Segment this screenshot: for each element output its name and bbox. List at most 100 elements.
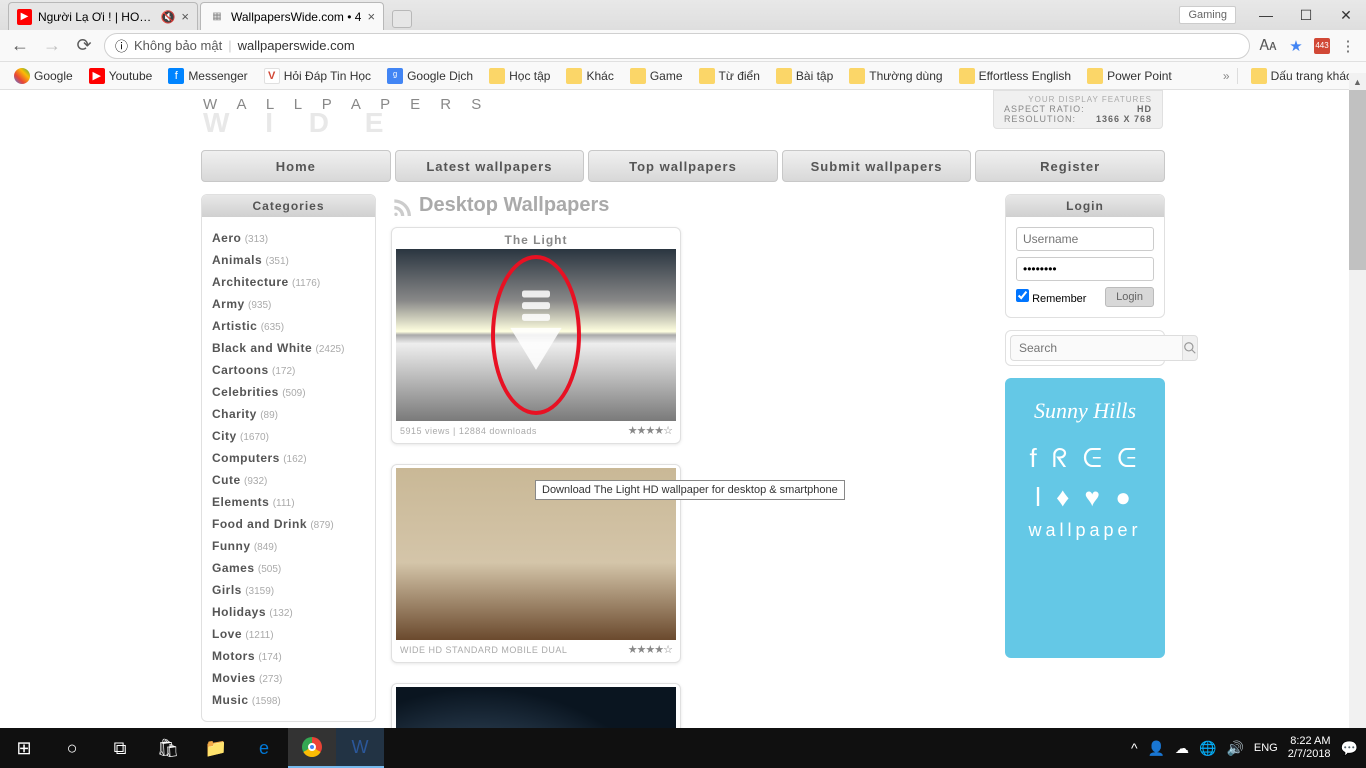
bookmark-thuongdung[interactable]: Thường dùng: [843, 66, 948, 86]
reload-button[interactable]: ⟳: [72, 34, 96, 58]
category-list: Aero (313)Animals (351)Architecture (117…: [212, 227, 365, 711]
category-item[interactable]: Computers (162): [212, 447, 365, 469]
category-item[interactable]: Black and White (2425): [212, 337, 365, 359]
network-icon[interactable]: 🌐: [1199, 740, 1216, 757]
close-tab-icon[interactable]: ×: [181, 9, 189, 24]
category-item[interactable]: Army (935): [212, 293, 365, 315]
category-item[interactable]: Holidays (132): [212, 601, 365, 623]
new-tab-button[interactable]: [392, 10, 412, 28]
chrome-button[interactable]: [288, 728, 336, 768]
close-tab-icon[interactable]: ×: [367, 9, 375, 24]
back-button[interactable]: ←: [8, 34, 32, 58]
bookmark-messenger[interactable]: fMessenger: [162, 66, 253, 86]
bookmark-game[interactable]: Game: [624, 66, 689, 86]
url-input[interactable]: ⓘ Không bảo mật | wallpaperswide.com: [104, 33, 1250, 59]
word-button[interactable]: W: [336, 728, 384, 768]
category-item[interactable]: Music (1598): [212, 689, 365, 711]
category-item[interactable]: Cartoons (172): [212, 359, 365, 381]
minimize-button[interactable]: —: [1246, 0, 1286, 30]
notifications-icon[interactable]: 💬: [1341, 740, 1358, 757]
volume-icon[interactable]: 🔊: [1226, 740, 1243, 757]
bookmark-youtube[interactable]: ▶Youtube: [83, 66, 159, 86]
category-item[interactable]: Cute (932): [212, 469, 365, 491]
site-favicon: ▦: [209, 9, 225, 25]
rss-icon[interactable]: [391, 196, 411, 216]
bookmark-gdich[interactable]: ᵍGoogle Dịch: [381, 66, 479, 86]
cortana-button[interactable]: ○: [48, 728, 96, 768]
nav-home[interactable]: Home: [201, 150, 391, 182]
category-item[interactable]: Celebrities (509): [212, 381, 365, 403]
task-view-button[interactable]: ⧉: [96, 728, 144, 768]
scroll-up-arrow[interactable]: ▲: [1349, 73, 1366, 90]
bookmarks-overflow-icon[interactable]: »: [1223, 69, 1230, 83]
category-item[interactable]: Elements (111): [212, 491, 365, 513]
people-icon[interactable]: 👤: [1148, 740, 1165, 757]
bookmark-hoctap[interactable]: Học tập: [483, 66, 556, 86]
category-item[interactable]: City (1670): [212, 425, 365, 447]
wallpaper-title: The Light: [395, 231, 677, 249]
category-item[interactable]: Food and Drink (879): [212, 513, 365, 535]
category-item[interactable]: Love (1211): [212, 623, 365, 645]
nav-latest[interactable]: Latest wallpapers: [395, 150, 585, 182]
category-item[interactable]: Girls (3159): [212, 579, 365, 601]
browser-tab-1[interactable]: ▶ Người Lạ Ơi ! | HOAPF 🔇 ×: [8, 2, 198, 30]
bookmark-google[interactable]: Google: [8, 66, 79, 86]
wallpaper-thumbnail[interactable]: [396, 249, 676, 421]
scrollbar-thumb[interactable]: [1349, 90, 1366, 270]
category-item[interactable]: Animals (351): [212, 249, 365, 271]
store-button[interactable]: 🛍: [144, 728, 192, 768]
password-input[interactable]: [1016, 257, 1154, 281]
search-icon: [1183, 341, 1197, 355]
rating-stars[interactable]: ★★★★☆: [628, 424, 672, 437]
category-item[interactable]: Aero (313): [212, 227, 365, 249]
category-item[interactable]: Games (505): [212, 557, 365, 579]
category-item[interactable]: Motors (174): [212, 645, 365, 667]
address-bar: ← → ⟳ ⓘ Không bảo mật | wallpaperswide.c…: [0, 30, 1366, 62]
download-tooltip: Download The Light HD wallpaper for desk…: [535, 480, 845, 500]
category-item[interactable]: Architecture (1176): [212, 271, 365, 293]
tab-title: Người Lạ Ơi ! | HOAPF: [38, 10, 155, 24]
vertical-scrollbar[interactable]: ▲ ▼: [1349, 90, 1366, 728]
rating-stars[interactable]: ★★★★☆: [628, 643, 672, 656]
mute-icon[interactable]: 🔇: [160, 10, 175, 24]
nav-top[interactable]: Top wallpapers: [588, 150, 778, 182]
category-item[interactable]: Artistic (635): [212, 315, 365, 337]
start-button[interactable]: ⊞: [0, 728, 48, 768]
language-indicator[interactable]: ENG: [1254, 742, 1278, 754]
nav-submit[interactable]: Submit wallpapers: [782, 150, 972, 182]
login-button[interactable]: Login: [1105, 287, 1154, 307]
bookmark-star-icon[interactable]: ★: [1286, 36, 1306, 56]
remember-checkbox[interactable]: Remember: [1016, 289, 1086, 305]
category-item[interactable]: Funny (849): [212, 535, 365, 557]
other-bookmarks[interactable]: Dấu trang khác: [1245, 66, 1358, 86]
ad-banner[interactable]: Sunny Hills f ᖇ ᕮ ᕮ l ♦ ♥ ● wallpaper: [1005, 378, 1165, 658]
bookmark-tudien[interactable]: Từ điển: [693, 66, 766, 86]
bookmark-hoidap[interactable]: VHỏi Đáp Tin Học: [258, 66, 377, 86]
bookmark-baitap[interactable]: Bài tập: [770, 66, 839, 86]
tray-chevron-icon[interactable]: ^: [1131, 740, 1138, 756]
bookmark-khac[interactable]: Khác: [560, 66, 619, 86]
translate-icon[interactable]: 🗛: [1258, 36, 1278, 56]
forward-button[interactable]: →: [40, 34, 64, 58]
browser-tab-2[interactable]: ▦ WallpapersWide.com • 4 ×: [200, 2, 384, 30]
maximize-button[interactable]: ☐: [1286, 0, 1326, 30]
clock[interactable]: 8:22 AM 2/7/2018: [1288, 735, 1331, 761]
extension-badge[interactable]: 443: [1314, 38, 1330, 54]
bookmark-powerpoint[interactable]: Power Point: [1081, 66, 1178, 86]
info-icon[interactable]: ⓘ: [115, 36, 128, 55]
wallpaper-formats: WIDE HD STANDARD MOBILE DUAL: [400, 645, 567, 655]
onedrive-icon[interactable]: ☁: [1175, 740, 1189, 757]
nav-register[interactable]: Register: [975, 150, 1165, 182]
search-input[interactable]: [1010, 335, 1182, 361]
username-input[interactable]: [1016, 227, 1154, 251]
search-button[interactable]: [1182, 335, 1198, 361]
close-window-button[interactable]: ✕: [1326, 0, 1366, 30]
category-item[interactable]: Charity (89): [212, 403, 365, 425]
menu-icon[interactable]: ⋮: [1338, 36, 1358, 56]
site-logo[interactable]: W A L L P A P E R S W I D E: [203, 90, 489, 133]
wallpaper-card[interactable]: The Light 5915 views | 12884 downloads ★…: [391, 227, 681, 444]
bookmark-effortless[interactable]: Effortless English: [953, 66, 1078, 86]
explorer-button[interactable]: 📁: [192, 728, 240, 768]
category-item[interactable]: Movies (273): [212, 667, 365, 689]
edge-button[interactable]: e: [240, 728, 288, 768]
